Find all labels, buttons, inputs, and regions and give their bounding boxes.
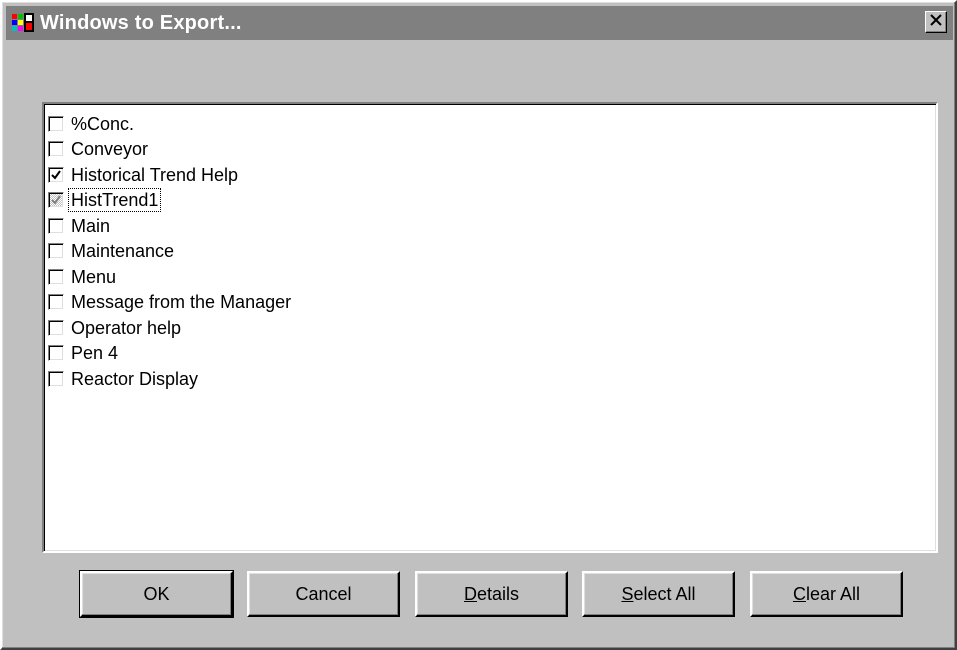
checkbox[interactable] [48,217,64,234]
app-window-icon [12,12,34,34]
ok-button-label: OK [143,583,170,604]
list-item-label: Main [71,215,111,236]
clear-all-button-label: Clear All [792,583,861,604]
list-item[interactable]: Menu [44,264,936,290]
list-item[interactable]: Maintenance [44,239,936,265]
close-icon [930,13,942,31]
close-button[interactable] [925,11,947,33]
cancel-button-label: Cancel [295,583,352,604]
list-item[interactable]: %Conc. [44,111,936,137]
list-item-label: %Conc. [71,113,135,134]
list-item[interactable]: Main [44,213,936,239]
list-item[interactable]: HistTrend1 [44,188,936,214]
list-item[interactable]: Operator help [44,315,936,341]
checkbox[interactable] [48,268,64,285]
clear-all-button[interactable]: Clear All [750,571,903,617]
cancel-button[interactable]: Cancel [247,571,400,617]
export-dialog: Windows to Export... %Conc. Conveyor Histo… [0,0,957,650]
checkbox[interactable] [48,294,64,311]
list-item-label: Historical Trend Help [71,164,239,185]
list-item[interactable]: Message from the Manager [44,290,936,316]
list-item-label: Message from the Manager [71,292,292,313]
checkbox[interactable] [48,141,64,158]
list-item-label: HistTrend1 [67,188,162,213]
checkbox[interactable] [48,345,64,362]
list-item-label: Pen 4 [71,343,119,364]
checkbox[interactable] [48,370,64,387]
list-item-label: Reactor Display [71,368,199,389]
details-button[interactable]: Details [415,571,568,617]
checkbox[interactable] [48,192,64,209]
checkbox[interactable] [48,243,64,260]
checkbox[interactable] [48,166,64,183]
list-item-label: Maintenance [71,241,175,262]
list-item-label: Menu [71,266,117,287]
dialog-title: Windows to Export... [40,11,242,34]
select-all-button-label: Select All [621,583,696,604]
windows-checklist[interactable]: %Conc. Conveyor Historical Trend Help HistT… [42,102,938,553]
checkbox[interactable] [48,115,64,132]
details-button-label: Details [463,583,520,604]
ok-button[interactable]: OK [79,570,234,618]
list-item[interactable]: Historical Trend Help [44,162,936,188]
checkmark-icon [51,170,61,180]
select-all-button[interactable]: Select All [582,571,735,617]
list-item[interactable]: Reactor Display [44,366,936,392]
list-item-label: Operator help [71,317,182,338]
list-item[interactable]: Pen 4 [44,341,936,367]
checkbox[interactable] [48,319,64,336]
checkmark-icon [51,195,61,205]
list-item[interactable]: Conveyor [44,137,936,163]
title-bar[interactable]: Windows to Export... [6,6,953,40]
list-item-label: Conveyor [71,139,149,160]
